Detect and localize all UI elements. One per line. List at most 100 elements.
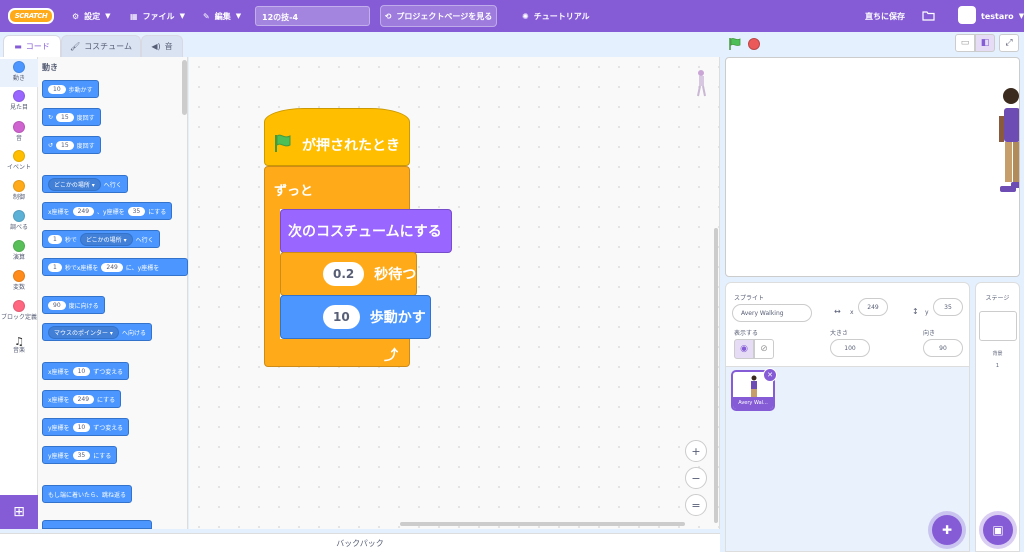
palette-set-y-block[interactable]: y座標を 35 にする: [42, 446, 118, 464]
palette-turn-right-block[interactable]: ↻ 15 度回す: [42, 108, 101, 126]
palette-goto-block[interactable]: どこかの場所 ▾ へ行く: [42, 175, 128, 193]
tutorial-label: チュートリアル: [533, 11, 590, 21]
block-text: へ行く: [103, 181, 122, 189]
x-oval[interactable]: 249: [101, 262, 123, 272]
palette-change-x-block[interactable]: x座標を 10 ずつ変える: [42, 362, 130, 380]
category-variables[interactable]: 変数: [0, 270, 38, 291]
x-position-input[interactable]: 249: [858, 298, 888, 316]
green-flag-icon: [275, 134, 291, 152]
palette-change-y-block[interactable]: y座標を 10 ずつ変える: [42, 418, 130, 436]
zoom-in-button[interactable]: +: [685, 440, 707, 462]
value-oval[interactable]: 35: [72, 450, 91, 460]
direction-input[interactable]: 90: [923, 339, 963, 357]
palette-scrollbar[interactable]: [182, 60, 187, 115]
normal-stage-button[interactable]: ◧: [975, 34, 995, 52]
move-steps-block[interactable]: 10 歩動かす: [280, 295, 431, 339]
hide-sprite-button[interactable]: ⊘: [754, 339, 774, 359]
value-oval[interactable]: 10: [72, 366, 91, 376]
block-text: へ行く: [135, 236, 154, 244]
stage-canvas[interactable]: [725, 57, 1020, 277]
zoom-out-button[interactable]: −: [685, 467, 707, 489]
category-sensing[interactable]: 調べる: [0, 210, 38, 231]
category-events[interactable]: イベント: [0, 150, 38, 171]
next-costume-block[interactable]: 次のコスチュームにする: [280, 209, 452, 253]
palette-partial-block[interactable]: [42, 520, 152, 529]
code-icon: ▬: [14, 42, 22, 51]
account-menu[interactable]: testaro ▼: [981, 0, 1024, 32]
tutorial-button[interactable]: ✺ チュートリアル: [522, 0, 590, 32]
wait-block[interactable]: 0.2 秒待つ: [280, 252, 417, 296]
category-operators[interactable]: 演算: [0, 240, 38, 261]
palette-turn-left-block[interactable]: ↺ 15 度回す: [42, 136, 101, 154]
category-label: 調べる: [9, 224, 28, 231]
show-sprite-button[interactable]: ◉: [734, 339, 754, 359]
dropdown-text: マウスのポインター: [54, 329, 109, 337]
add-sprite-button[interactable]: ✚: [932, 515, 962, 545]
tab-code[interactable]: ▬ コード: [3, 35, 61, 57]
scratch-logo[interactable]: SCRATCH: [8, 8, 54, 24]
y-oval[interactable]: 35: [127, 206, 146, 216]
palette-glidexy-block[interactable]: 1 秒でx座標を 249 に、y座標を: [42, 258, 188, 276]
palette-point-direction-block[interactable]: 90 度に向ける: [42, 296, 105, 314]
edit-menu[interactable]: ✎ 編集 ▼: [203, 0, 241, 32]
block-text: y座標を: [48, 452, 70, 460]
palette-move-block[interactable]: 10 歩動かす: [42, 80, 99, 98]
avatar[interactable]: [958, 6, 976, 24]
value-oval[interactable]: 15: [56, 140, 74, 150]
sprite-name-input[interactable]: Avery Walking: [732, 304, 812, 322]
category-my-blocks[interactable]: ブロック定義: [0, 300, 38, 321]
tab-sound[interactable]: ◀) 音: [141, 35, 183, 57]
project-title-input[interactable]: 12の技-4: [255, 6, 370, 26]
small-stage-button[interactable]: ▭: [955, 34, 975, 52]
category-motion[interactable]: 動き: [0, 59, 38, 87]
backpack-bar[interactable]: バックパック: [0, 533, 720, 552]
chevron-down-icon: ▼: [179, 12, 185, 20]
zoom-reset-icon: =: [691, 498, 701, 512]
fullscreen-button[interactable]: ⤢: [999, 34, 1019, 52]
category-sound[interactable]: 音: [0, 121, 38, 142]
value-oval[interactable]: 1: [48, 262, 62, 272]
value-oval[interactable]: 10: [72, 422, 91, 432]
add-backdrop-button[interactable]: ▣: [983, 515, 1013, 545]
green-flag-run-button[interactable]: [728, 37, 742, 51]
my-stuff-folder-icon[interactable]: [922, 0, 935, 32]
workspace-horizontal-scrollbar[interactable]: [400, 522, 685, 526]
settings-menu[interactable]: ⚙ 設定 ▼: [72, 0, 111, 32]
project-page-button[interactable]: ⟲ プロジェクトページを見る: [380, 5, 497, 27]
category-control[interactable]: 制御: [0, 180, 38, 201]
palette-glide-block[interactable]: 1 秒で どこかの場所 ▾ へ行く: [42, 230, 160, 248]
move-steps-input[interactable]: 10: [323, 305, 360, 329]
variables-dot-icon: [13, 270, 25, 282]
stage-target-panel[interactable]: ステージ 背景 1: [975, 282, 1020, 552]
palette-set-x-block[interactable]: x座標を 249 にする: [42, 390, 122, 408]
target-dropdown[interactable]: どこかの場所 ▾: [79, 232, 133, 246]
x-oval[interactable]: 249: [72, 206, 95, 216]
looks-dot-icon: [13, 90, 25, 102]
block-text: 度に向ける: [68, 302, 99, 310]
save-now-button[interactable]: 直ちに保存: [865, 0, 905, 32]
value-oval[interactable]: 90: [48, 300, 66, 310]
file-menu[interactable]: ▦ ファイル ▼: [130, 0, 185, 32]
value-oval[interactable]: 15: [56, 112, 74, 122]
palette-bounce-block[interactable]: もし端に着いたら、跳ね返る: [42, 485, 133, 503]
brush-icon: 🖌: [70, 42, 81, 51]
category-looks[interactable]: 見た目: [0, 90, 38, 111]
category-music[interactable]: ♫ 音楽: [0, 336, 38, 354]
avery-walking-sprite[interactable]: [994, 86, 1020, 206]
size-input[interactable]: 100: [830, 339, 870, 357]
workspace-vertical-scrollbar[interactable]: [714, 228, 718, 523]
zoom-reset-button[interactable]: =: [685, 494, 707, 516]
y-position-input[interactable]: 35: [933, 298, 963, 316]
value-oval[interactable]: 1: [48, 234, 62, 244]
tab-costume[interactable]: 🖌 コスチューム: [61, 35, 141, 57]
add-extension-button[interactable]: ⊞: [0, 495, 38, 529]
palette-gotoxy-block[interactable]: x座標を 249 、y座標を 35 にする: [42, 202, 173, 220]
palette-point-towards-block[interactable]: マウスのポインター ▾ へ向ける: [42, 323, 152, 341]
stop-button[interactable]: [748, 38, 760, 50]
wait-seconds-input[interactable]: 0.2: [323, 262, 365, 286]
value-oval[interactable]: 10: [48, 84, 66, 94]
target-dropdown[interactable]: マウスのポインター ▾: [48, 325, 119, 339]
value-oval[interactable]: 249: [72, 394, 95, 404]
delete-sprite-button[interactable]: ✕: [763, 368, 777, 382]
target-dropdown[interactable]: どこかの場所 ▾: [48, 177, 101, 191]
